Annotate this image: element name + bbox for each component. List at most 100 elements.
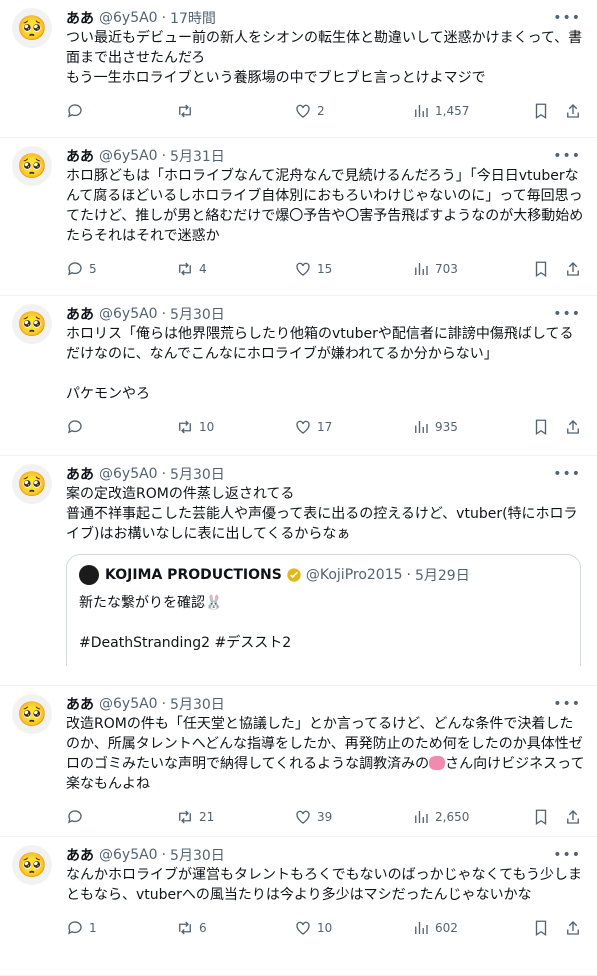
user-handle[interactable]: @6y5A0 [99,696,158,712]
retweet-icon [179,921,191,935]
tweet[interactable]: 🥺 ああ @6y5A0 · 17時間 つい最近もデビュー前の新人をシオンの転生体… [0,0,597,138]
views-button[interactable]: 1,457 [412,102,532,120]
reply-button[interactable]: 5 [66,260,176,278]
pleading-face-emoji: 🥺 [17,310,47,338]
bookmark-button[interactable] [532,808,564,826]
tweet[interactable]: 🥺 ああ @6y5A0 · 5月30日 ホロリス「俺らは他界隈荒らしたり他箱のv… [0,296,597,456]
bookmark-icon [535,419,547,436]
pig-emoji-icon [429,756,446,770]
retweet-button[interactable] [176,102,294,120]
user-handle[interactable]: @6y5A0 [99,466,158,482]
reply-button[interactable]: 1 [66,919,176,937]
tweet[interactable]: 🥺 ああ @6y5A0 · 5月30日 案の定改造ROMの件蒸し返されてる 普通… [0,456,597,685]
timestamp[interactable]: 5月30日 [170,694,225,714]
like-button[interactable]: 15 [294,260,412,278]
reply-button[interactable] [66,808,176,826]
heart-icon [296,420,310,434]
bookmark-button[interactable] [532,260,564,278]
bookmark-button[interactable] [532,418,564,436]
share-button[interactable] [564,260,582,278]
share-button[interactable] [564,102,582,120]
user-handle[interactable]: @6y5A0 [99,847,158,863]
tweet-header: ああ @6y5A0 · 5月30日 [66,694,225,714]
user-handle[interactable]: @6y5A0 [99,148,158,164]
more-icon[interactable]: ••• [553,466,581,482]
quoted-tweet[interactable]: KOJIMA PRODUCTIONS @KojiPro2015 · 5月29日 … [66,554,581,666]
display-name[interactable]: ああ [66,694,94,714]
quoted-display-name[interactable]: KOJIMA PRODUCTIONS [105,567,282,583]
share-icon [567,921,579,935]
share-button[interactable] [564,808,582,826]
timestamp[interactable]: 17時間 [170,8,216,28]
quoted-timestamp[interactable]: 5月29日 [415,565,470,585]
user-handle[interactable]: @6y5A0 [99,10,158,26]
views-button[interactable]: 703 [412,260,532,278]
like-button[interactable]: 10 [294,919,412,937]
like-button[interactable]: 2 [294,102,412,120]
retweet-button[interactable]: 6 [176,919,294,937]
display-name[interactable]: ああ [66,304,94,324]
timeline-feed: 🥺 ああ @6y5A0 · 17時間 つい最近もデビュー前の新人をシオンの転生体… [0,0,597,976]
retweet-button[interactable]: 10 [176,418,294,436]
reply-icon [67,420,82,434]
quoted-user-handle[interactable]: @KojiPro2015 [306,567,403,583]
display-name[interactable]: ああ [66,464,94,484]
bookmark-icon [535,103,547,120]
like-button[interactable]: 17 [294,418,412,436]
pleading-face-emoji: 🥺 [17,152,47,180]
more-icon[interactable]: ••• [553,148,581,164]
heart-icon [296,104,310,118]
like-button[interactable]: 39 [294,808,412,826]
reply-icon [67,104,82,118]
share-button[interactable] [564,919,582,937]
retweet-button[interactable]: 21 [176,808,294,826]
views-button[interactable]: 2,650 [412,808,532,826]
reply-button[interactable] [66,102,176,120]
display-name[interactable]: ああ [66,8,94,28]
timestamp[interactable]: 5月30日 [170,304,225,324]
pleading-face-emoji: 🥺 [17,851,47,879]
retweet-button[interactable]: 4 [176,260,294,278]
user-handle[interactable]: @6y5A0 [99,306,158,322]
more-icon[interactable]: ••• [553,10,581,26]
tweet-header: ああ @6y5A0 · 5月31日 [66,146,225,166]
tweet[interactable]: 🥺 ああ @6y5A0 · 5月30日 なんかホロライブが運営もタレントもろくで… [0,837,597,976]
more-icon[interactable]: ••• [553,696,581,712]
more-icon[interactable]: ••• [553,847,581,863]
pleading-face-emoji: 🥺 [17,470,47,498]
avatar[interactable]: 🥺 [12,694,52,734]
timestamp[interactable]: 5月31日 [170,146,225,166]
timestamp[interactable]: 5月30日 [170,845,225,865]
avatar[interactable]: 🥺 [12,146,52,186]
kojima-productions-logo[interactable] [79,565,99,585]
heart-icon [296,810,310,824]
share-button[interactable] [564,418,582,436]
views-icon [415,421,428,433]
views-button[interactable]: 602 [412,919,532,937]
tweet-text: 改造ROMの件も「任天堂と協議した」とか言ってるけど、どんな条件で決着したのか、… [66,716,585,792]
tweet[interactable]: 🥺 ああ @6y5A0 · 5月30日 改造ROMの件も「任天堂と協議した」とか… [0,685,597,837]
tweet-header: ああ @6y5A0 · 5月30日 [66,845,225,865]
more-icon[interactable]: ••• [553,306,581,322]
quoted-tweet-text: 新たな繋がりを確認🐰 #DeathStranding2 #デススト2 [79,595,292,651]
tweet-text: ホロリス「俺らは他界隈荒らしたり他箱のvtuberや配信者に誹謗中傷飛ばしてるだ… [66,326,574,402]
display-name[interactable]: ああ [66,146,94,166]
bookmark-button[interactable] [532,919,564,937]
display-name[interactable]: ああ [66,845,94,865]
avatar[interactable]: 🥺 [12,8,52,48]
avatar[interactable]: 🥺 [12,845,52,885]
action-bar: 10 17 935 [66,408,585,446]
tweet[interactable]: 🥺 ああ @6y5A0 · 5月31日 ホロ豚どもは「ホロライブなんて泥舟なんで… [0,138,597,296]
bookmark-icon [535,809,547,826]
views-button[interactable]: 935 [412,418,532,436]
bookmark-button[interactable] [532,102,564,120]
action-bar: 1 6 10 602 [66,909,585,947]
avatar[interactable]: 🥺 [12,304,52,344]
timestamp[interactable]: 5月30日 [170,464,225,484]
avatar[interactable]: 🥺 [12,464,52,504]
share-icon [567,810,579,824]
tweet-text: 案の定改造ROMの件蒸し返されてる 普通不祥事起こした芸能人や声優って表に出るの… [66,486,578,542]
bookmark-icon [535,920,547,937]
pleading-face-emoji: 🥺 [17,14,47,42]
reply-button[interactable] [66,418,176,436]
